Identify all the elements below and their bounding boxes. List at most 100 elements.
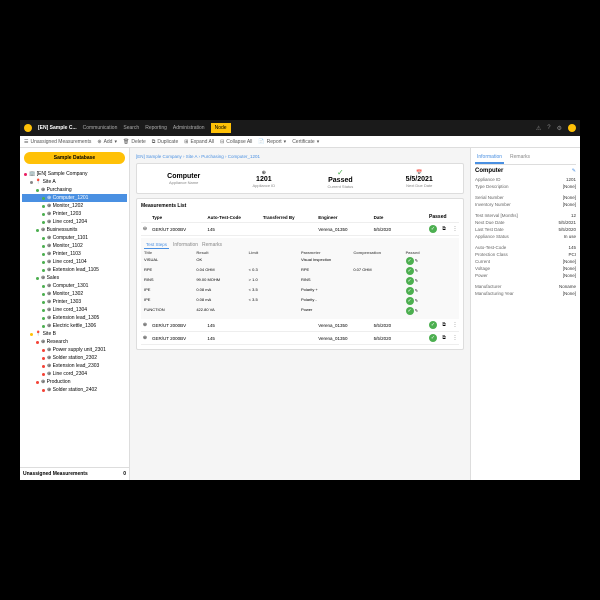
app-name: [EN] Sample C...	[38, 125, 77, 131]
breadcrumb[interactable]: [EN] Sample Company › Site A › Purchasin…	[136, 154, 464, 159]
tree-node[interactable]: ⊕ Extension lead_2303	[22, 362, 127, 370]
tree-node[interactable]: ⊕ Production	[22, 378, 127, 386]
info-field: Next Due Date5/5/2021	[475, 219, 576, 226]
report-button[interactable]: 📄 Report ▾	[258, 139, 286, 145]
edit-icon[interactable]: ✎	[572, 168, 576, 174]
tree-node[interactable]: ⊕ Solder station_2302	[22, 354, 127, 362]
tree-node[interactable]: ⊕ Computer_1101	[22, 234, 127, 242]
test-steps: Test StepsInformationRemarksTitleResultL…	[141, 238, 459, 319]
tree-node[interactable]: ⊕ Monitor_1202	[22, 202, 127, 210]
stat-due: 📅 5/5/2021 Next Due Date	[406, 170, 433, 188]
info-field: Appliance ID1201	[475, 176, 576, 183]
check-icon: ✓	[327, 168, 353, 177]
tree-node[interactable]: ⊕ Computer_1201	[22, 194, 127, 202]
certificate-button[interactable]: Certificate ▾	[292, 139, 319, 145]
warning-icon[interactable]: ⚠	[536, 125, 541, 132]
app-window: [EN] Sample C... Communication Search Re…	[20, 120, 580, 480]
collapse-button[interactable]: ⊟ Collapse All	[220, 139, 252, 145]
info-field: Voltage[None]	[475, 265, 576, 272]
settings-icon[interactable]: ⚙	[557, 125, 562, 132]
pass-icon: ✓	[429, 225, 437, 233]
duplicate-button[interactable]: ⧉ Duplicate	[152, 139, 178, 145]
app-logo-icon	[24, 124, 32, 132]
user-avatar[interactable]	[568, 124, 576, 132]
delete-button[interactable]: 🗑 Delete	[123, 139, 146, 145]
measurement-row[interactable]: ⊕GER/UT 2000BV145Verena_013505/5/2020✓⧉⋮	[141, 332, 459, 345]
test-step-row: RINS99.00 MOHM> 1.0RINS✓ ✎	[144, 276, 456, 286]
tab-information[interactable]: Information	[475, 152, 504, 164]
pass-icon: ✓	[429, 334, 437, 342]
tab-remarks[interactable]: Remarks	[508, 152, 532, 164]
tree-node[interactable]: ⊕ Businessunits	[22, 226, 127, 234]
copy-icon[interactable]: ⧉	[440, 226, 448, 232]
info-field: ManufacturerNoname	[475, 283, 576, 290]
info-field: Protection ClassPCI	[475, 251, 576, 258]
more-icon[interactable]: ⋮	[451, 322, 459, 328]
add-button[interactable]: ⊕ Add ▾	[97, 139, 117, 145]
tree-node[interactable]: 📍 Site B	[22, 330, 127, 338]
tree-node[interactable]: ⊕ Printer_1303	[22, 298, 127, 306]
tree-node[interactable]: ⊕ Power supply unit_2301	[22, 346, 127, 354]
test-step-row: FUNCTION422.80 VAPower✓ ✎	[144, 306, 456, 316]
help-icon[interactable]: ?	[547, 125, 550, 131]
info-field: Serial Number[None]	[475, 194, 576, 201]
tree-node[interactable]: ⊕ Research	[22, 338, 127, 346]
measurement-row[interactable]: ⊕GER/UT 2000BV145Verena_013505/5/2020✓⧉⋮	[141, 319, 459, 332]
info-field: Inventory Number[None]	[475, 201, 576, 208]
tree-node[interactable]: ⊕ Line cord_1104	[22, 258, 127, 266]
tree-node[interactable]: ⊕ Printer_1103	[22, 250, 127, 258]
tree-node[interactable]: ⊕ Extension lead_1305	[22, 314, 127, 322]
main: Sample Database 🏢 [EN] Sample Company📍 S…	[20, 148, 580, 480]
info-field: Manufacturing Year[None]	[475, 290, 576, 297]
tree-node[interactable]: ⊕ Purchasing	[22, 186, 127, 194]
tree-node[interactable]: ⊕ Monitor_1102	[22, 242, 127, 250]
info-field: Last Test Date5/5/2020	[475, 226, 576, 233]
tree-node[interactable]: 📍 Site A	[22, 178, 127, 186]
test-step-row: VISUALOKVisual Inspection✓ ✎	[144, 256, 456, 266]
info-field: Current[None]	[475, 258, 576, 265]
topbar: [EN] Sample C... Communication Search Re…	[20, 120, 580, 136]
expand-icon[interactable]: ⊕	[141, 335, 149, 341]
more-icon[interactable]: ⋮	[451, 226, 459, 232]
copy-icon[interactable]: ⧉	[440, 335, 448, 341]
stat-name: Computer Appliance Name	[167, 173, 200, 185]
tree-node[interactable]: ⊕ Solder station_2402	[22, 386, 127, 394]
tree-node[interactable]: ⊕ Extension lead_1105	[22, 266, 127, 274]
stat-status: ✓ Passed Current Status	[327, 168, 353, 189]
tree-node[interactable]: ⊕ Printer_1203	[22, 210, 127, 218]
sidebar: Sample Database 🏢 [EN] Sample Company📍 S…	[20, 148, 130, 480]
center-panel: [EN] Sample Company › Site A › Purchasin…	[130, 148, 470, 480]
nav-administration[interactable]: Administration	[173, 125, 205, 131]
copy-icon[interactable]: ⧉	[440, 322, 448, 328]
database-button[interactable]: Sample Database	[24, 152, 125, 164]
info-panel: Information Remarks ✎ Computer Appliance…	[470, 148, 580, 480]
stat-id: ⊕ 1201 Appliance ID	[253, 170, 276, 188]
unassigned-count: 0	[123, 471, 126, 477]
info-field: Power[None]	[475, 272, 576, 279]
measurement-row[interactable]: ⊖GER/UT 2000BV145Verena_013505/5/2020✓⧉⋮	[141, 223, 459, 236]
tree-node[interactable]: 🏢 [EN] Sample Company	[22, 170, 127, 178]
tree-view: 🏢 [EN] Sample Company📍 Site A⊕ Purchasin…	[20, 168, 129, 467]
tree-node[interactable]: ⊕ Line cord_1204	[22, 218, 127, 226]
info-title: Computer	[475, 168, 576, 174]
test-step-row: IPE0.08 mA< 3.5Polarity -✓ ✎	[144, 296, 456, 306]
tree-node[interactable]: ⊕ Monitor_1302	[22, 290, 127, 298]
measurements-card: Measurements List Type Auto-Test-Code Tr…	[136, 198, 464, 350]
expand-icon[interactable]: ⊖	[141, 226, 149, 232]
nav-communication[interactable]: Communication	[83, 125, 118, 131]
nav-node[interactable]: Node	[211, 123, 231, 133]
tree-node[interactable]: ⊕ Line cord_2304	[22, 370, 127, 378]
tree-node[interactable]: ⊕ Line cord_1304	[22, 306, 127, 314]
more-icon[interactable]: ⋮	[451, 335, 459, 341]
expand-icon[interactable]: ⊕	[141, 322, 149, 328]
unassigned-button[interactable]: ☰ Unassigned Measurements	[24, 139, 91, 145]
unassigned-footer[interactable]: Unassigned Measurements 0	[20, 467, 129, 480]
tree-node[interactable]: ⊕ Sales	[22, 274, 127, 282]
tree-node[interactable]: ⊕ Computer_1301	[22, 282, 127, 290]
nav-reporting[interactable]: Reporting	[145, 125, 167, 131]
measurements-header: Type Auto-Test-Code Transferred By Engin…	[141, 212, 459, 223]
expand-button[interactable]: ⊞ Expand All	[184, 139, 214, 145]
nav-search[interactable]: Search	[123, 125, 139, 131]
unassigned-label: Unassigned Measurements	[23, 471, 88, 477]
tree-node[interactable]: ⊕ Electric kettle_1306	[22, 322, 127, 330]
